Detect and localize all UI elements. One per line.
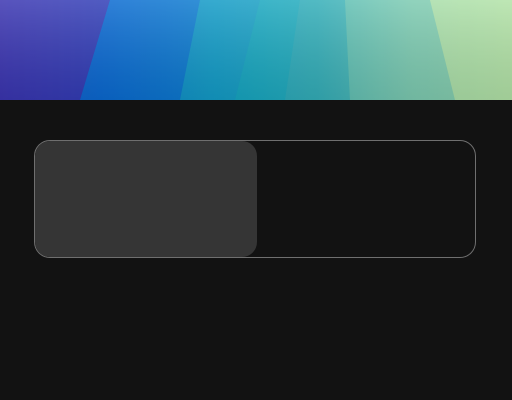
toggle-option-right[interactable]	[257, 141, 475, 257]
segmented-toggle[interactable]	[34, 140, 476, 258]
page	[0, 0, 512, 400]
hero-banner-image	[0, 0, 512, 100]
toggle-option-left[interactable]	[35, 141, 257, 257]
gradient-wallpaper	[0, 0, 512, 100]
